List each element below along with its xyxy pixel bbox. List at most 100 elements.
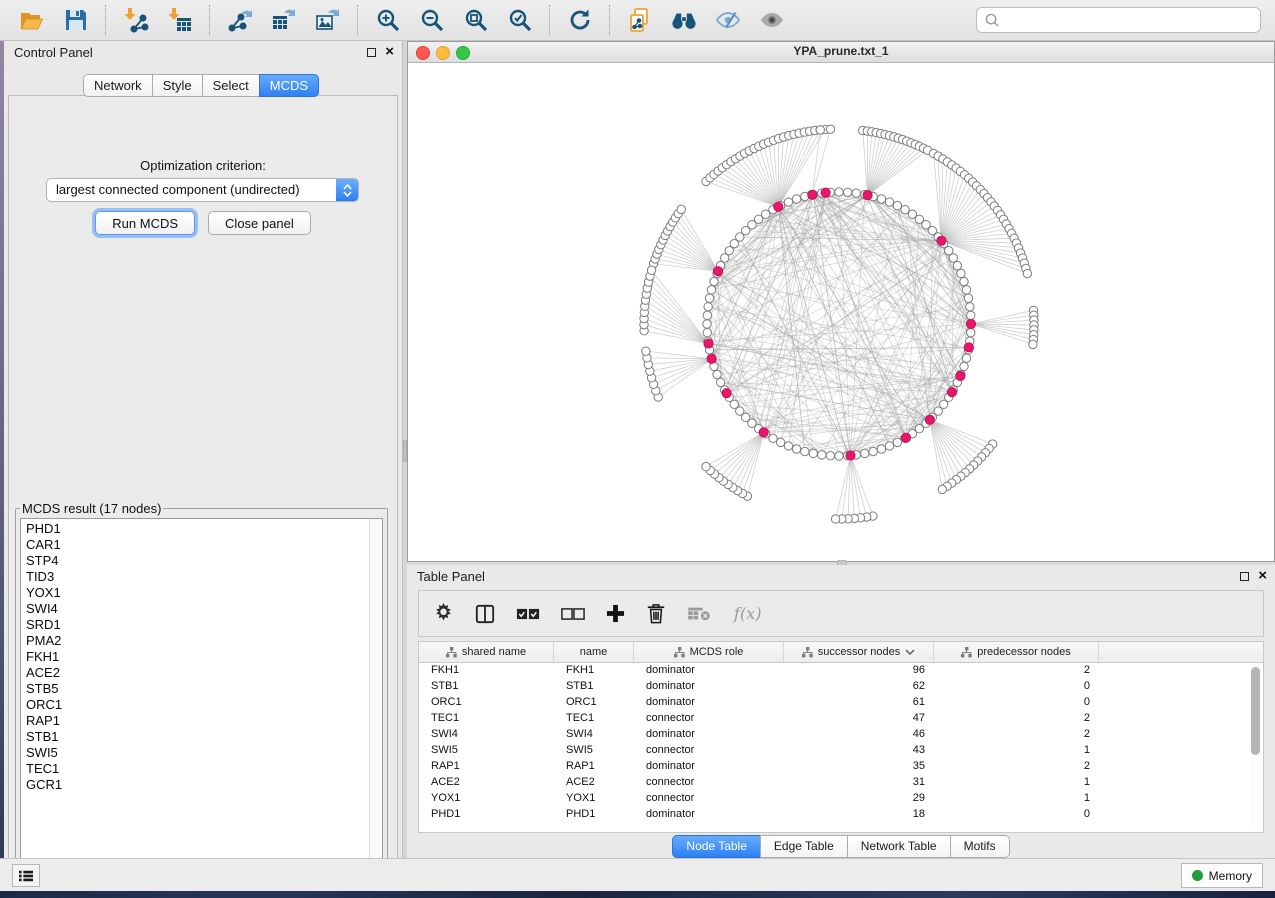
network-node[interactable] [1029, 340, 1037, 348]
network-node[interactable] [885, 198, 893, 206]
network-canvas[interactable] [408, 63, 1274, 562]
network-node[interactable] [967, 328, 975, 336]
network-node[interactable] [784, 198, 792, 206]
network-node[interactable] [877, 445, 885, 453]
column-header-successor-nodes[interactable]: successor nodes [784, 642, 934, 662]
show-all-icon[interactable] [755, 5, 789, 35]
tab-network[interactable]: Network [83, 74, 153, 97]
network-node[interactable] [938, 485, 946, 493]
mcds-result-item[interactable]: SWI4 [21, 601, 369, 617]
table-row[interactable]: STB1STB1dominator620 [419, 678, 1249, 694]
table-row[interactable]: YOX1YOX1connector291 [419, 790, 1249, 806]
table-row[interactable]: PHD1PHD1dominator180 [419, 806, 1249, 822]
network-node[interactable] [816, 126, 824, 134]
zoom-selected-icon[interactable] [503, 5, 537, 35]
network-node[interactable] [964, 294, 972, 302]
delete-columns-icon[interactable] [646, 603, 666, 625]
network-node[interactable] [953, 261, 961, 269]
criterion-select[interactable]: largest connected component (undirected) [46, 178, 359, 202]
tab-select[interactable]: Select [202, 74, 260, 97]
mcds-result-item[interactable]: RAP1 [21, 713, 369, 729]
table-row[interactable]: TEC1TEC1connector472 [419, 710, 1249, 726]
export-table-icon[interactable] [267, 5, 301, 35]
mcds-result-item[interactable]: STB5 [21, 681, 369, 697]
mcds-result-item[interactable]: TEC1 [21, 761, 369, 777]
network-node[interactable] [713, 370, 721, 378]
network-node[interactable] [877, 195, 885, 203]
dominator-node[interactable] [707, 354, 716, 363]
network-node[interactable] [801, 447, 809, 455]
dominator-node[interactable] [759, 428, 768, 437]
mcds-result-item[interactable]: PHD1 [21, 521, 369, 537]
network-node[interactable] [960, 362, 968, 370]
network-node[interactable] [885, 442, 893, 450]
dominator-node[interactable] [947, 388, 956, 397]
import-table-icon[interactable] [163, 5, 197, 35]
tab-edge-table[interactable]: Edge Table [760, 835, 848, 858]
tab-motifs[interactable]: Motifs [950, 835, 1010, 858]
mcds-result-item[interactable]: CAR1 [21, 537, 369, 553]
zoom-fit-icon[interactable] [459, 5, 493, 35]
network-node[interactable] [702, 462, 710, 470]
copy-network-icon[interactable] [623, 5, 657, 35]
memory-button[interactable]: Memory [1181, 863, 1263, 888]
mcds-result-item[interactable]: TID3 [21, 569, 369, 585]
mcds-result-item[interactable]: STB1 [21, 729, 369, 745]
close-panel-button[interactable]: Close panel [208, 211, 311, 235]
network-node[interactable] [893, 201, 901, 209]
mcds-result-item[interactable]: SRD1 [21, 617, 369, 633]
network-node[interactable] [642, 347, 650, 355]
network-node[interactable] [784, 442, 792, 450]
table-row[interactable]: ACE2ACE2connector311 [419, 774, 1249, 790]
close-table-panel-icon[interactable]: × [1258, 569, 1267, 583]
network-node[interactable] [703, 311, 711, 319]
mcds-result-scrollbar[interactable] [369, 519, 382, 865]
network-node[interactable] [818, 451, 826, 459]
network-node[interactable] [809, 449, 817, 457]
window-minimize-button[interactable] [436, 46, 450, 60]
dominator-node[interactable] [964, 343, 973, 352]
network-node[interactable] [826, 125, 834, 133]
window-zoom-button[interactable] [456, 46, 470, 60]
network-node[interactable] [792, 195, 800, 203]
dominator-node[interactable] [774, 202, 783, 211]
import-network-icon[interactable] [119, 5, 153, 35]
mcds-result-item[interactable]: GCR1 [21, 777, 369, 793]
mcds-result-item[interactable]: ORC1 [21, 697, 369, 713]
network-node[interactable] [704, 303, 712, 311]
deselect-all-columns-icon[interactable] [561, 608, 585, 620]
window-close-button[interactable] [416, 46, 430, 60]
network-node[interactable] [647, 266, 655, 274]
run-mcds-button[interactable]: Run MCDS [95, 211, 195, 235]
select-all-columns-icon[interactable] [516, 608, 540, 620]
mcds-result-item[interactable]: FKH1 [21, 649, 369, 665]
network-node[interactable] [835, 188, 843, 196]
network-node[interactable] [852, 189, 860, 197]
network-node[interactable] [869, 447, 877, 455]
dominator-node[interactable] [722, 389, 731, 398]
network-node[interactable] [716, 378, 724, 386]
table-scrollbar-thumb[interactable] [1251, 667, 1260, 755]
show-columns-icon[interactable] [475, 604, 495, 624]
tab-style[interactable]: Style [152, 74, 203, 97]
dominator-node[interactable] [901, 433, 910, 442]
table-row[interactable]: RAP1RAP1dominator352 [419, 758, 1249, 774]
refresh-view-icon[interactable] [563, 5, 597, 35]
network-node[interactable] [835, 452, 843, 460]
network-node[interactable] [1023, 269, 1031, 277]
table-scrollbar[interactable] [1250, 664, 1261, 829]
dominator-node[interactable] [863, 191, 872, 200]
close-panel-icon[interactable]: × [385, 45, 394, 59]
table-row[interactable]: SWI5SWI5connector431 [419, 742, 1249, 758]
float-table-panel-icon[interactable] [1240, 572, 1249, 581]
export-image-icon[interactable] [311, 5, 345, 35]
network-node[interactable] [843, 188, 851, 196]
tab-node-table[interactable]: Node Table [672, 835, 761, 858]
zoom-in-icon[interactable] [371, 5, 405, 35]
dominator-node[interactable] [808, 190, 817, 199]
open-file-icon[interactable] [15, 5, 49, 35]
search-network-icon[interactable] [667, 5, 701, 35]
dominator-node[interactable] [956, 371, 965, 380]
table-options-gear-icon[interactable] [433, 603, 454, 624]
table-row[interactable]: ORC1ORC1dominator610 [419, 694, 1249, 710]
